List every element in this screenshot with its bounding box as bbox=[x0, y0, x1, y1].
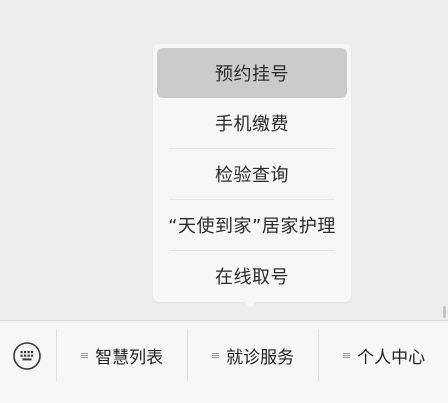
menu-item-online-ticket[interactable]: 在线取号 bbox=[157, 251, 347, 301]
menu-icon: ≡ bbox=[79, 348, 90, 362]
menu-item-label: 在线取号 bbox=[215, 267, 289, 288]
menu-item-label: 检验查询 bbox=[215, 165, 289, 186]
tab-label: 智慧列表 bbox=[95, 347, 164, 368]
menu-item-label: 预约挂号 bbox=[215, 64, 289, 85]
bottom-menu-bar: ≡ 智慧列表 ≡ 就诊服务 ≡ 个人中心 bbox=[0, 320, 448, 403]
scrollbar[interactable] bbox=[443, 306, 446, 318]
menu-item-label: “天使到家”居家护理 bbox=[168, 216, 336, 237]
menu-item-test-results[interactable]: 检验查询 bbox=[157, 149, 347, 199]
tab-label: 个人中心 bbox=[357, 347, 426, 368]
menu-item-appointment[interactable]: 预约挂号 bbox=[157, 48, 347, 98]
menu-item-mobile-payment[interactable]: 手机缴费 bbox=[157, 98, 347, 148]
keyboard-toggle-button[interactable] bbox=[10, 339, 44, 373]
menu-icon: ≡ bbox=[210, 348, 221, 362]
keyboard-icon bbox=[13, 342, 41, 370]
menu-icon: ≡ bbox=[341, 348, 352, 362]
tab-label: 就诊服务 bbox=[226, 347, 295, 368]
service-popup-menu: 预约挂号 手机缴费 检验查询 “天使到家”居家护理 在线取号 bbox=[153, 44, 351, 302]
menu-item-label: 手机缴费 bbox=[215, 114, 289, 135]
popup-pointer bbox=[243, 301, 257, 308]
menu-item-home-nursing[interactable]: “天使到家”居家护理 bbox=[157, 200, 347, 250]
tab-personal-center[interactable]: ≡ 个人中心 bbox=[319, 331, 448, 379]
tab-medical-services[interactable]: ≡ 就诊服务 bbox=[188, 331, 317, 379]
tab-smart-list[interactable]: ≡ 智慧列表 bbox=[57, 331, 186, 379]
